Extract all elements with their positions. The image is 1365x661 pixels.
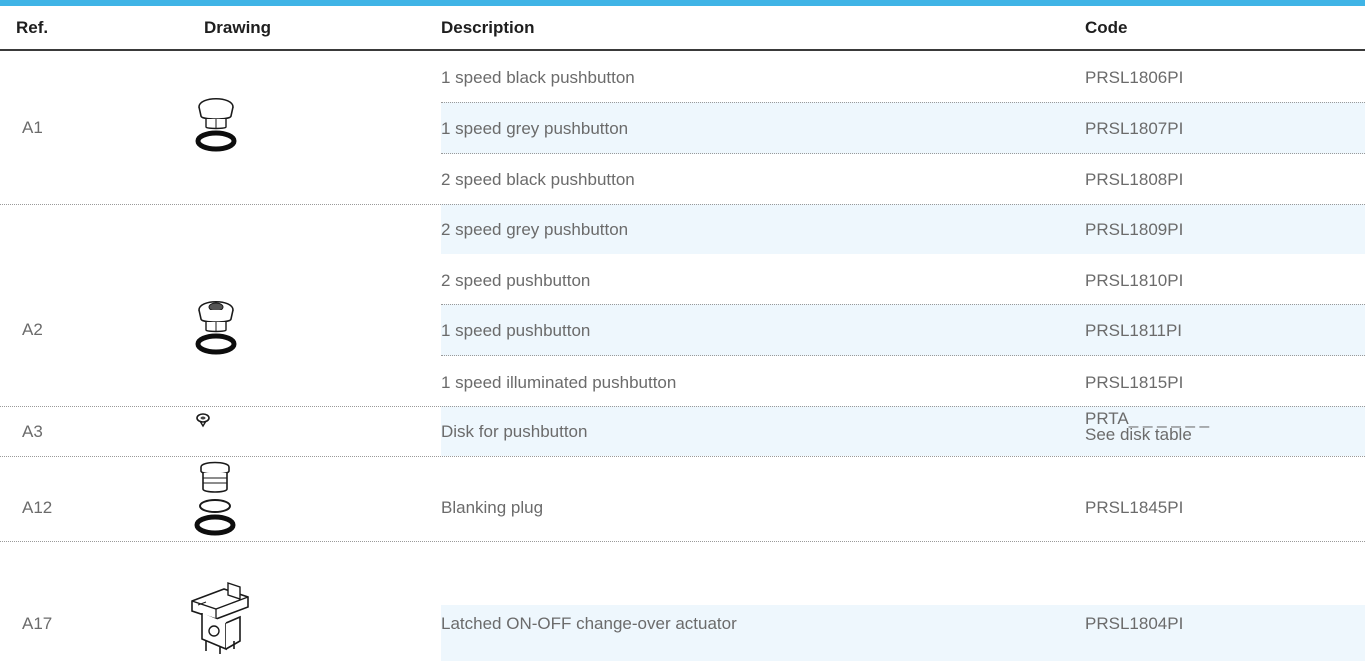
disk-icon bbox=[195, 412, 211, 433]
pushbutton-icon bbox=[195, 90, 237, 163]
ref-cell: A1 bbox=[22, 118, 43, 137]
ref-cell: A12 bbox=[22, 498, 53, 517]
code-cell: PRSL1808PI bbox=[1085, 170, 1184, 189]
code-cell: PRSL1806PI bbox=[1085, 68, 1184, 87]
code-cell: PRSL1845PI bbox=[1085, 498, 1184, 517]
code-cell: PRSL1810PI bbox=[1085, 271, 1184, 290]
row-separator bbox=[441, 153, 1365, 154]
code-cell: PRSL1809PI bbox=[1085, 220, 1184, 239]
parts-table-body: A1 1 speed black pushbutton PRSL1806PI 1… bbox=[0, 51, 1365, 661]
header-description: Description bbox=[441, 18, 535, 37]
code-cell: PRSL1804PI bbox=[1085, 614, 1184, 633]
description-cell: 2 speed black pushbutton bbox=[441, 170, 635, 189]
description-cell: 1 speed black pushbutton bbox=[441, 68, 635, 87]
group-separator bbox=[0, 204, 1365, 205]
ref-cell: A2 bbox=[22, 320, 43, 339]
header-drawing: Drawing bbox=[204, 18, 272, 37]
description-cell: 1 speed illuminated pushbutton bbox=[441, 373, 677, 392]
code-cell: PRSL1807PI bbox=[1085, 119, 1184, 138]
description-cell: 1 speed pushbutton bbox=[441, 321, 591, 340]
header-ref: Ref. bbox=[16, 18, 49, 37]
row-separator bbox=[441, 304, 1365, 305]
blanking-plug-icon bbox=[193, 458, 237, 545]
ref-cell: A17 bbox=[22, 614, 53, 633]
description-cell: Disk for pushbutton bbox=[441, 422, 588, 441]
description-cell: Latched ON-OFF change-over actuator bbox=[441, 614, 737, 633]
row-separator bbox=[441, 355, 1365, 356]
pushbutton-open-icon bbox=[195, 293, 237, 366]
header-code: Code bbox=[1085, 18, 1128, 37]
actuator-icon bbox=[184, 579, 254, 660]
table-header: Ref. Drawing Description Code bbox=[0, 6, 1365, 51]
code-cell: PRSL1811PI bbox=[1085, 321, 1183, 340]
description-cell: 2 speed pushbutton bbox=[441, 271, 591, 290]
row-separator bbox=[441, 102, 1365, 103]
code-line-2: See disk table bbox=[1085, 425, 1192, 444]
parts-table-sheet: Ref. Drawing Description Code A1 1 speed… bbox=[0, 0, 1365, 661]
ref-cell: A3 bbox=[22, 422, 43, 441]
description-cell: 1 speed grey pushbutton bbox=[441, 119, 629, 138]
description-cell: Blanking plug bbox=[441, 498, 544, 517]
group-separator bbox=[0, 456, 1365, 457]
code-cell: PRSL1815PI bbox=[1085, 373, 1184, 392]
description-cell: 2 speed grey pushbutton bbox=[441, 220, 629, 239]
group-separator bbox=[0, 406, 1365, 407]
